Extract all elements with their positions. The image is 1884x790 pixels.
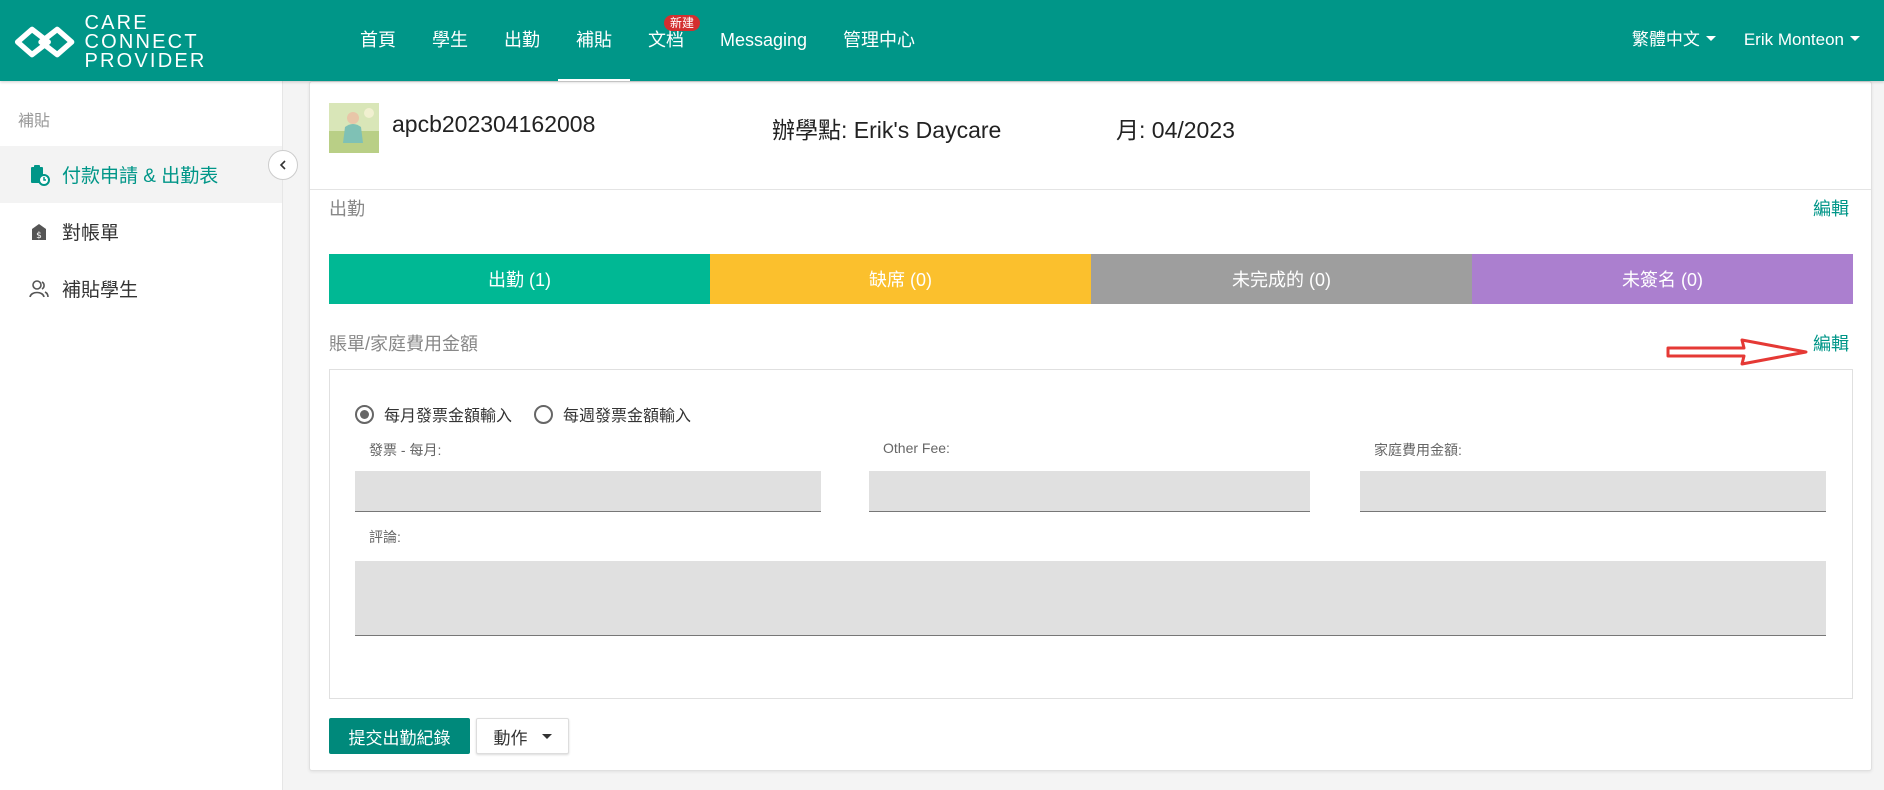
students-icon	[29, 279, 49, 297]
nav-attendance[interactable]: 出勤	[486, 0, 558, 81]
clipboard-clock-icon	[31, 164, 50, 186]
sidebar-item-payment-requests[interactable]: 付款申請 & 出勤表	[0, 146, 282, 203]
brand-line2: CONNECT PROVIDER	[84, 30, 207, 72]
student-header: apcb202304162008 辦學點: Erik's Daycare 月: …	[310, 82, 1871, 190]
attendance-summary-bar: 出勤 (1) 缺席 (0) 未完成的 (0) 未簽名 (0)	[329, 254, 1853, 304]
actions-dropdown-button[interactable]: 動作	[476, 718, 569, 754]
annotation-arrow-icon	[1666, 338, 1808, 366]
billing-form: 每月發票金額輸入 每週發票金額輸入 發票 - 每月: Other Fee: 家庭…	[329, 369, 1853, 699]
attendance-absent-segment[interactable]: 缺席 (0)	[710, 254, 1091, 304]
sidebar-collapse-button[interactable]	[268, 150, 298, 180]
sidebar-title: 補貼	[18, 113, 51, 130]
user-dropdown[interactable]: Erik Monteon	[1730, 0, 1874, 81]
comment-textarea[interactable]	[355, 561, 1826, 636]
attendance-section-title: 出勤	[329, 199, 365, 219]
invoice-mode-radio-group: 每月發票金額輸入 每週發票金額輸入	[355, 402, 713, 426]
other-fee-label: Other Fee:	[883, 440, 950, 456]
family-fee-input[interactable]	[1360, 471, 1826, 512]
subsidy-card: apcb202304162008 辦學點: Erik's Daycare 月: …	[309, 81, 1872, 771]
chevron-down-icon	[1850, 36, 1860, 41]
invoice-monthly-input[interactable]	[355, 471, 821, 512]
weekly-invoice-label[interactable]: 每週發票金額輸入	[563, 402, 691, 426]
actions-label: 動作	[493, 728, 528, 748]
chevron-down-icon	[1705, 36, 1716, 41]
nav-admin-center[interactable]: 管理中心	[825, 0, 933, 81]
attendance-edit-link[interactable]: 編輯	[1813, 195, 1849, 221]
language-dropdown[interactable]: 繁體中文	[1618, 0, 1730, 81]
monthly-invoice-radio[interactable]	[355, 404, 374, 424]
logo-icon	[14, 26, 75, 58]
attendance-present-segment[interactable]: 出勤 (1)	[329, 254, 710, 304]
site-label: 辦學點: Erik's Daycare	[772, 117, 1002, 143]
user-name: Erik Monteon	[1743, 30, 1844, 49]
sidebar-item-label: 付款申請 & 出勤表	[62, 166, 219, 187]
new-badge: 新建	[663, 15, 700, 31]
nav-subsidy[interactable]: 補貼	[558, 0, 630, 81]
attendance-unsigned-segment[interactable]: 未簽名 (0)	[1472, 254, 1853, 304]
invoice-monthly-label: 發票 - 每月:	[369, 442, 442, 458]
nav-students[interactable]: 學生	[414, 0, 486, 81]
chevron-left-icon	[279, 160, 286, 170]
other-fee-input[interactable]	[869, 471, 1310, 512]
weekly-invoice-radio[interactable]	[534, 404, 554, 424]
sidebar-item-subsidy-students[interactable]: 補貼學生	[0, 260, 282, 317]
main-nav: 首頁 學生 出勤 補貼 文档 新建 Messaging 管理中心	[342, 0, 933, 81]
svg-text:$: $	[36, 231, 42, 241]
brand-logo[interactable]: CARE CONNECT PROVIDER	[14, 13, 304, 71]
attendance-incomplete-segment[interactable]: 未完成的 (0)	[1091, 254, 1472, 304]
chevron-down-icon	[541, 733, 552, 739]
family-fee-label: 家庭費用金額:	[1374, 442, 1462, 458]
billing-section-title: 賬單/家庭費用金額	[329, 334, 479, 354]
comment-label: 評論:	[369, 529, 401, 545]
submit-attendance-button[interactable]: 提交出勤紀錄	[329, 718, 470, 754]
sidebar-item-label: 補貼學生	[62, 280, 139, 301]
nav-right: 繁體中文 Erik Monteon	[1618, 0, 1874, 81]
sidebar: 補貼 付款申請 & 出勤表 $ 對帳單 補貼學生	[0, 81, 283, 790]
sidebar-item-statements[interactable]: $ 對帳單	[0, 203, 282, 260]
nav-home[interactable]: 首頁	[342, 0, 414, 81]
statement-icon: $	[32, 223, 46, 241]
top-navbar: CARE CONNECT PROVIDER 首頁 學生 出勤 補貼 文档 新建 …	[0, 0, 1884, 81]
nav-documents-label: 文档	[648, 30, 684, 50]
student-id: apcb202304162008	[392, 111, 596, 137]
sidebar-item-label: 對帳單	[62, 223, 120, 244]
nav-messaging[interactable]: Messaging	[702, 0, 825, 81]
nav-documents[interactable]: 文档 新建	[630, 0, 702, 81]
language-label: 繁體中文	[1631, 30, 1700, 49]
month-label: 月: 04/2023	[1116, 117, 1235, 143]
brand-line1: CARE	[84, 11, 149, 34]
monthly-invoice-label[interactable]: 每月發票金額輸入	[384, 402, 512, 426]
billing-edit-link[interactable]: 編輯	[1813, 330, 1849, 356]
avatar	[329, 103, 379, 153]
